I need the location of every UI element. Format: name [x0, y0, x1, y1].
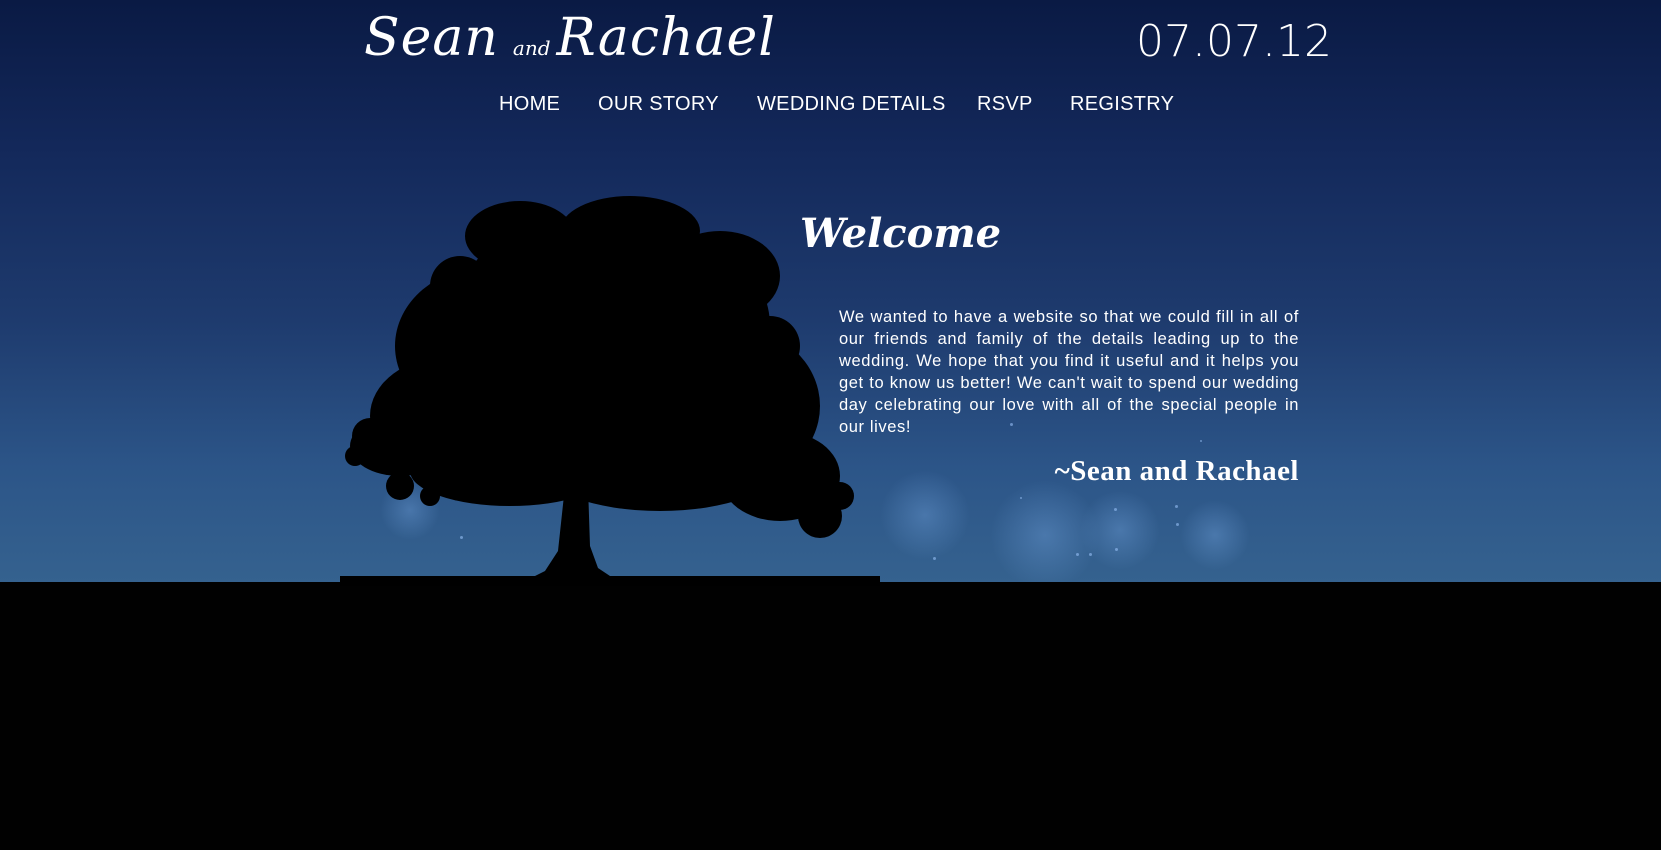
- nav-item-wedding-details[interactable]: WEDDING DETAILS: [757, 93, 946, 116]
- page: Sean and Rachael 07.07.12 HOME OUR STORY W…: [0, 0, 1661, 850]
- star: [1200, 440, 1202, 442]
- tree-silhouette: [340, 196, 880, 586]
- bokeh-light: [1080, 490, 1160, 570]
- couple-logo[interactable]: Sean and Rachael: [364, 8, 776, 68]
- signature: ~Sean and Rachael: [1054, 455, 1299, 487]
- star: [1076, 553, 1079, 556]
- nav-item-home[interactable]: HOME: [499, 93, 560, 116]
- nav-item-our-story[interactable]: OUR STORY: [598, 93, 719, 116]
- nav-item-registry[interactable]: REGISTRY: [1070, 93, 1174, 116]
- main-nav: HOME OUR STORY WEDDING DETAILS RSVP REGI…: [0, 93, 1661, 119]
- ground: [0, 582, 1661, 850]
- star: [1114, 508, 1117, 511]
- page-title: Welcome: [800, 210, 1002, 257]
- star: [1115, 548, 1118, 551]
- nav-item-rsvp[interactable]: RSVP: [977, 93, 1033, 116]
- star: [1089, 553, 1092, 556]
- welcome-message: We wanted to have a website so that we c…: [839, 308, 1299, 436]
- star: [1020, 497, 1022, 499]
- logo-second-name: Rachael: [556, 8, 776, 68]
- logo-connector: and: [512, 36, 551, 60]
- wedding-date: 07.07.12: [1136, 16, 1332, 67]
- bokeh-light: [1180, 500, 1250, 570]
- star: [1176, 523, 1179, 526]
- star: [933, 557, 936, 560]
- star: [1175, 505, 1178, 508]
- bokeh-light: [880, 470, 970, 560]
- logo-first-name: Sean: [364, 8, 499, 68]
